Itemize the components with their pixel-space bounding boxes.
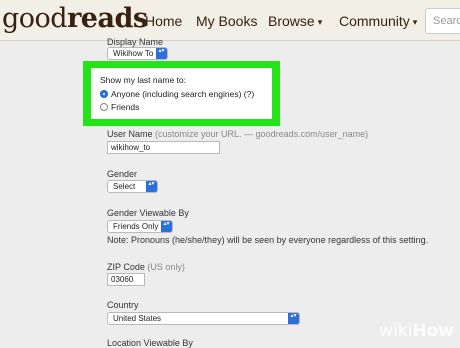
gender-value: Select (113, 182, 136, 191)
top-navigation-bar: goodreads Home My Books Browse ▾ Communit… (0, 0, 460, 41)
nav-browse-label: Browse (268, 13, 315, 29)
display-name-label: Display Name (107, 37, 164, 47)
gender-viewable-select[interactable]: Friends Only ▴▾ (107, 220, 173, 233)
radio-label-anyone: Anyone (including search engines) (?) (111, 89, 255, 99)
select-arrows-icon: ▴▾ (161, 221, 172, 232)
goodreads-logo[interactable]: goodreads (2, 3, 148, 34)
radio-option-friends[interactable]: Friends (100, 102, 139, 112)
zip-label-row: ZIP Code (US only) (107, 262, 185, 272)
select-arrows-icon: ▴▾ (156, 48, 167, 59)
zip-label: ZIP Code (107, 262, 145, 272)
watermark-wiki: wiki (379, 321, 413, 341)
gender-select[interactable]: Select ▴▾ (107, 180, 158, 193)
display-name-select[interactable]: Wikihow To ▴▾ (107, 47, 168, 60)
chevron-down-icon: ▾ (317, 17, 323, 27)
nav-community[interactable]: Community ▾ (339, 13, 417, 29)
nav-my-books[interactable]: My Books (196, 13, 257, 29)
pronoun-note: Note: Pronouns (he/she/they) will be see… (107, 235, 429, 245)
display-name-value: Wikihow To (113, 49, 154, 58)
username-hint: (customize your URL. — goodreads.com/use… (155, 129, 369, 139)
radio-label-friends: Friends (111, 102, 140, 112)
username-input[interactable]: wikihow_to (107, 141, 220, 154)
select-arrows-icon: ▴▾ (288, 313, 299, 324)
country-value: United States (113, 314, 162, 323)
nav-browse[interactable]: Browse ▾ (268, 13, 322, 29)
nav-home[interactable]: Home (145, 13, 182, 29)
highlight-box: Show my last name to: Anyone (including … (83, 61, 280, 126)
zip-input[interactable]: 03060 (107, 273, 145, 286)
logo-text-light: good (2, 3, 68, 34)
username-label: User Name (107, 129, 153, 139)
chevron-down-icon: ▾ (412, 17, 418, 27)
select-arrows-icon: ▴▾ (146, 181, 157, 192)
radio-unselected-icon[interactable] (100, 103, 108, 111)
country-label: Country (107, 300, 139, 310)
nav-community-label: Community (339, 13, 410, 29)
last-name-visibility-panel: Show my last name to: Anyone (including … (91, 68, 272, 119)
location-viewable-label: Location Viewable By (107, 338, 193, 348)
country-select[interactable]: United States ▴▾ (107, 312, 300, 325)
last-name-visibility-label: Show my last name to: (100, 75, 186, 85)
username-label-row: User Name (customize your URL. — goodrea… (107, 129, 368, 139)
gender-label: Gender (107, 169, 138, 179)
zip-hint: (US only) (147, 262, 185, 272)
watermark-how: How (412, 321, 454, 341)
logo-text-bold: reads (67, 3, 148, 34)
gender-viewable-label: Gender Viewable By (107, 208, 189, 218)
wikihow-watermark: wikiHow (379, 321, 454, 341)
gender-viewable-value: Friends Only (113, 222, 159, 231)
radio-option-anyone[interactable]: Anyone (including search engines) (?) (100, 89, 254, 99)
radio-selected-icon[interactable] (100, 90, 108, 98)
search-input[interactable]: Searc (425, 8, 460, 34)
